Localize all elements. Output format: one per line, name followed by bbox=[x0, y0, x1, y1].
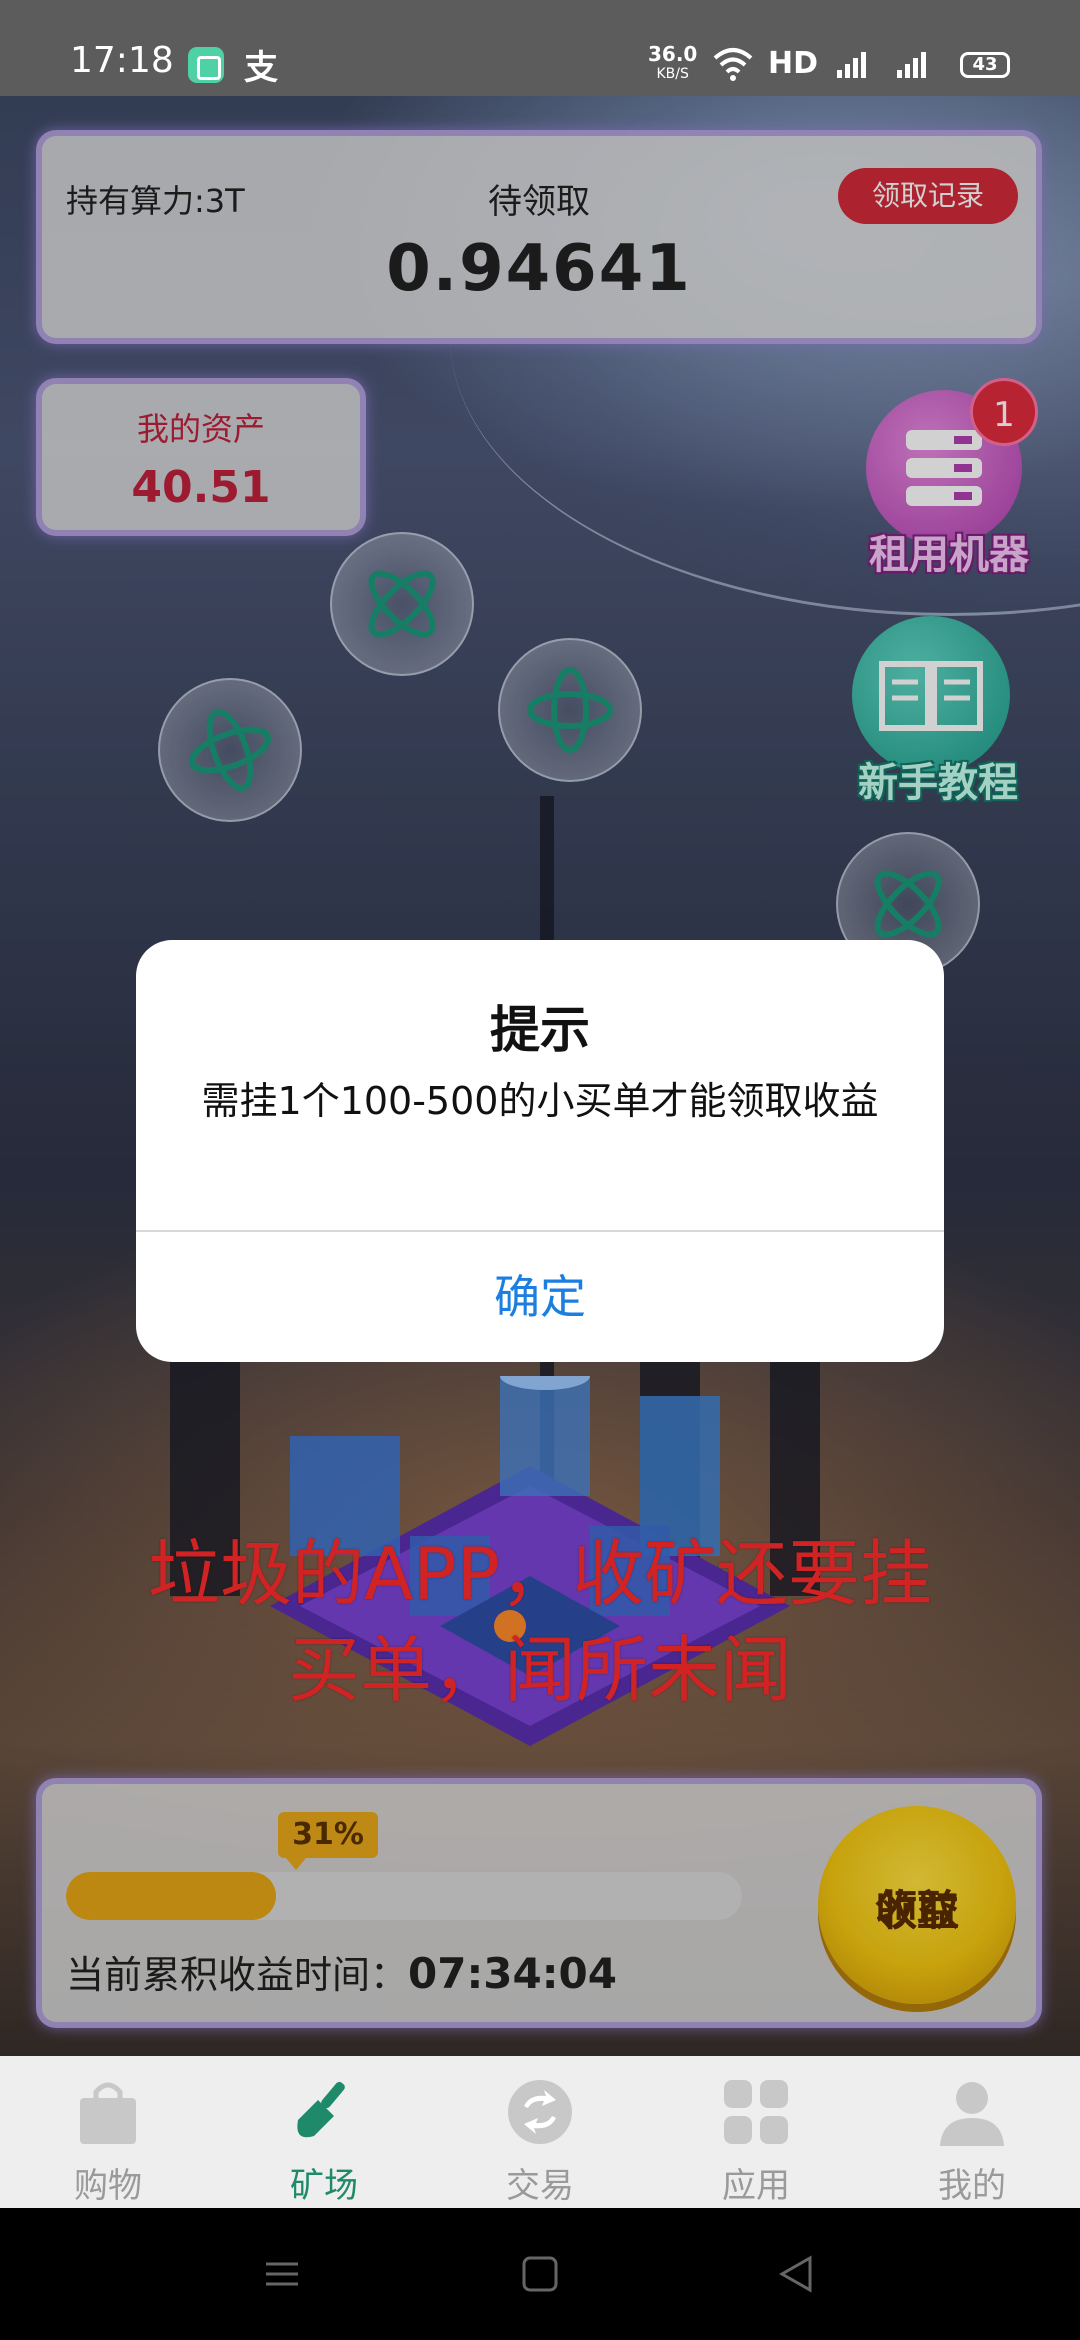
bottom-nav: 购物 矿场 交易 应用 我的 bbox=[0, 2056, 1080, 2208]
nav-label: 应用 bbox=[722, 2166, 790, 2206]
status-bar: 17:18 支 36.0 KB/S HD 43 bbox=[0, 0, 1080, 96]
menu-icon[interactable] bbox=[262, 2254, 302, 2294]
hd-voice-icon: HD bbox=[768, 46, 819, 81]
dialog-confirm-button[interactable]: 确定 bbox=[136, 1232, 944, 1362]
system-navigation-bar bbox=[0, 2208, 1080, 2340]
wifi-icon bbox=[713, 48, 753, 81]
dialog-message: 需挂1个100-500的小买单才能领取收益 bbox=[201, 1079, 879, 1123]
notice-dialog: 提示 需挂1个100-500的小买单才能领取收益 确定 bbox=[136, 940, 944, 1362]
nav-label: 矿场 bbox=[290, 2166, 358, 2206]
apps-grid-icon bbox=[724, 2080, 788, 2144]
nav-label: 交易 bbox=[506, 2166, 574, 2206]
nav-item-shopping[interactable]: 购物 bbox=[0, 2056, 216, 2208]
network-speed: 36.0 KB/S bbox=[648, 42, 698, 82]
exchange-icon bbox=[508, 2080, 572, 2144]
nav-item-trade[interactable]: 交易 bbox=[432, 2056, 648, 2208]
nav-label: 我的 bbox=[938, 2166, 1006, 2206]
battery-icon: 43 bbox=[960, 52, 1010, 78]
shovel-icon bbox=[297, 2081, 345, 2138]
signal-4g-icon bbox=[837, 52, 866, 78]
user-icon bbox=[940, 2082, 1004, 2146]
dialog-title: 提示 bbox=[490, 1001, 590, 1059]
status-time: 17:18 bbox=[70, 40, 174, 81]
nav-item-me[interactable]: 我的 bbox=[864, 2056, 1080, 2208]
back-icon[interactable] bbox=[776, 2254, 816, 2294]
alipay-icon: 支 bbox=[244, 48, 278, 88]
home-icon[interactable] bbox=[520, 2254, 560, 2294]
notification-app-icon bbox=[188, 47, 224, 83]
nav-label: 购物 bbox=[74, 2166, 142, 2206]
signal-4g-plus-icon bbox=[897, 52, 926, 78]
shopping-bag-icon bbox=[80, 2082, 136, 2144]
nav-item-mine[interactable]: 矿场 bbox=[216, 2056, 432, 2208]
nav-item-apps[interactable]: 应用 bbox=[648, 2056, 864, 2208]
